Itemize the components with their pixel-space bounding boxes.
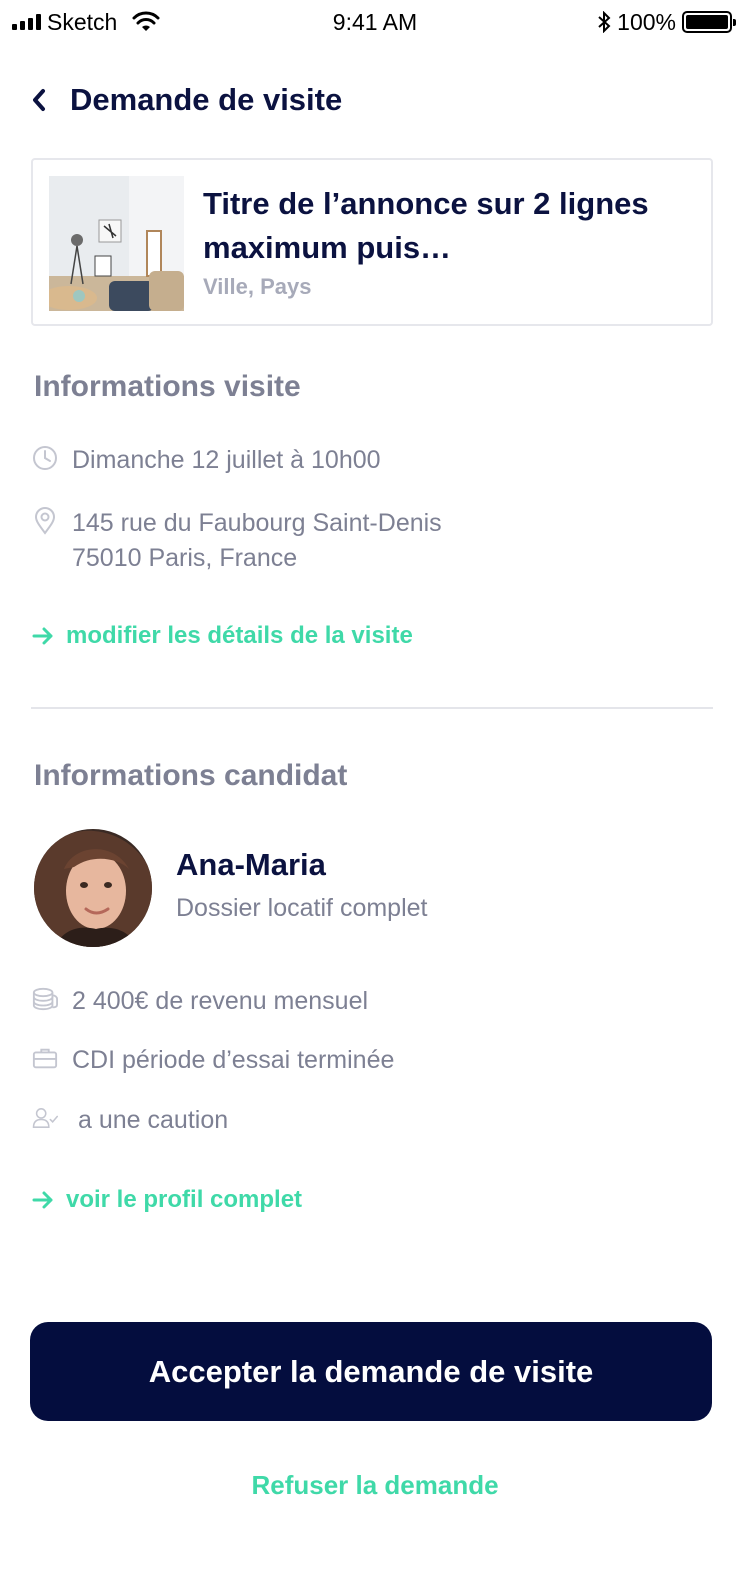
page-title: Demande de visite [70,82,343,117]
candidate-status: Dossier locatif complet [176,894,428,922]
section-divider [31,707,713,709]
arrow-right-icon [32,627,53,645]
coins-icon [32,984,58,1014]
page-header: Demande de visite [30,80,342,120]
battery-icon [682,11,736,33]
refuse-request-button[interactable]: Refuser la demande [0,1470,750,1501]
visit-address-row: 145 rue du Faubourg Saint-Denis 75010 Pa… [32,506,442,576]
income-row: 2 400€ de revenu mensuel [32,984,368,1019]
view-profile-label: voir le profil complet [66,1186,303,1213]
status-bar: Sketch 9:41 AM 100% [0,0,750,44]
user-check-icon [32,1103,58,1133]
battery-fill [686,15,728,29]
edit-visit-link[interactable]: modifier les détails de la visite [32,622,413,650]
address-line-1: 145 rue du Faubourg Saint-Denis [72,509,442,537]
battery-percent: 100% [617,8,676,35]
location-pin-icon [32,506,58,536]
listing-title: Titre de l’annonce sur 2 lignes maximum … [203,186,649,265]
briefcase-icon [32,1043,58,1073]
visit-info-title: Informations visite [34,370,301,403]
listing-card[interactable]: Titre de l’annonce sur 2 lignes maximum … [31,158,713,326]
visit-datetime-row: Dimanche 12 juillet à 10h00 [32,443,381,478]
listing-thumbnail [49,176,184,311]
contract-row: CDI période d’essai terminée [32,1043,394,1078]
chevron-left-icon [33,89,45,111]
accept-visit-button[interactable]: Accepter la demande de visite [30,1322,712,1421]
visit-address: 145 rue du Faubourg Saint-Denis 75010 Pa… [72,506,442,576]
candidate-contract: CDI période d’essai terminée [72,1046,395,1074]
listing-location: Ville, Pays [203,274,312,299]
candidate-info-title: Informations candidat [34,759,348,792]
candidate-guarantor: a une caution [78,1106,229,1134]
candidate-name: Ana-Maria [176,847,326,882]
status-bar-right: 100% [597,8,736,36]
edit-visit-label: modifier les détails de la visite [66,622,413,649]
back-button[interactable] [30,80,54,120]
view-profile-link[interactable]: voir le profil complet [32,1186,302,1214]
avatar[interactable] [34,829,152,947]
bluetooth-icon [598,11,611,33]
visit-datetime: Dimanche 12 juillet à 10h00 [72,446,381,474]
address-line-2: 75010 Paris, France [72,544,298,572]
arrow-right-icon [32,1191,53,1209]
guarantor-row: a une caution [32,1103,228,1138]
clock-icon [32,443,58,473]
candidate-income: 2 400€ de revenu mensuel [72,987,369,1015]
